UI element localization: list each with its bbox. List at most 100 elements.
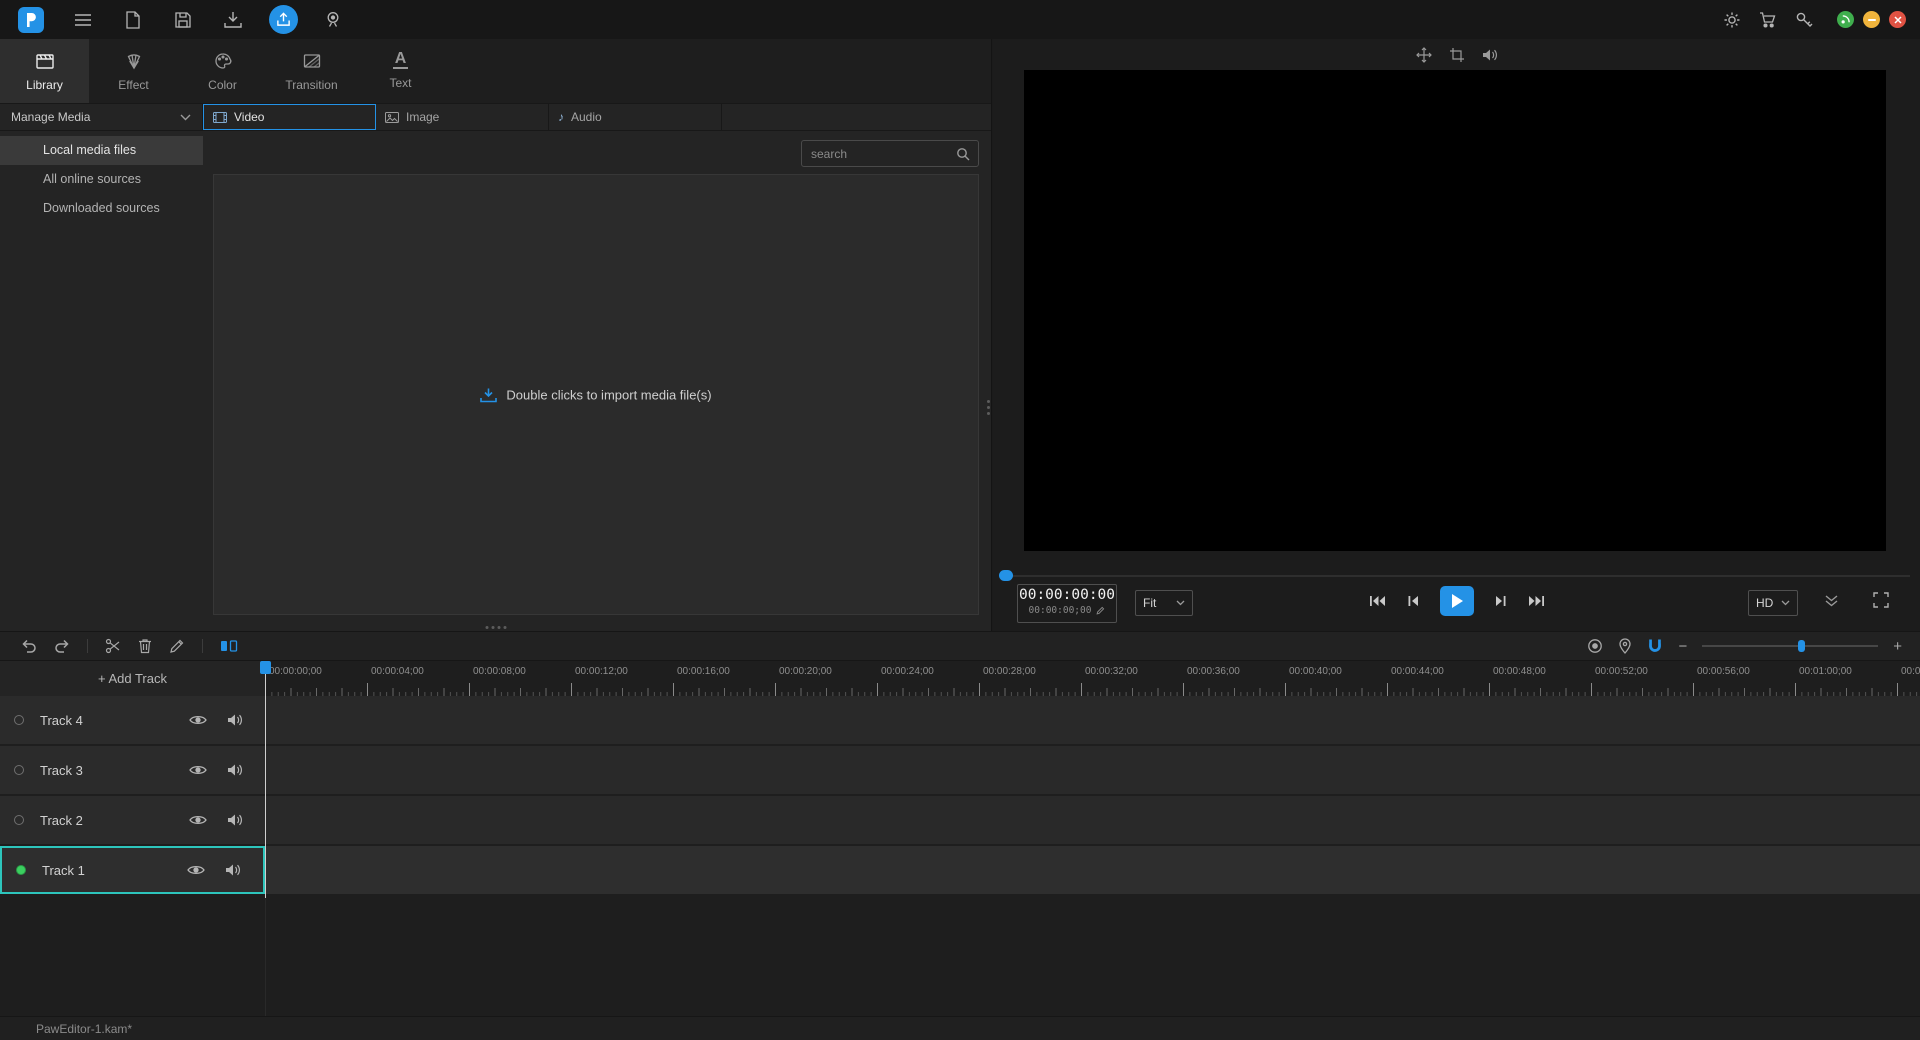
fit-dropdown[interactable]: Fit (1135, 590, 1193, 616)
redo-button[interactable] (54, 638, 70, 654)
zoom-out-button[interactable]: − (1678, 639, 1687, 654)
track-state-indicator[interactable] (14, 765, 24, 775)
add-track-button[interactable]: + Add Track (0, 661, 265, 696)
tab-color[interactable]: Color (178, 39, 267, 103)
track-header[interactable]: Track 3 (0, 746, 265, 794)
track-name: Track 2 (40, 813, 83, 828)
undo-button[interactable] (21, 638, 37, 654)
new-project-button[interactable] (108, 0, 158, 39)
seek-handle[interactable] (999, 570, 1013, 581)
crop-tool-icon[interactable] (1449, 47, 1465, 63)
audio-tool-icon[interactable] (1482, 48, 1498, 62)
panel-resize-handle-horizontal[interactable] (485, 626, 506, 629)
track-lane[interactable] (265, 796, 1920, 844)
fit-value: Fit (1143, 596, 1156, 610)
jump-end-button[interactable] (1528, 595, 1545, 607)
track-mute-toggle[interactable] (227, 763, 243, 777)
activate-button[interactable] (1795, 11, 1813, 29)
track-header[interactable]: Track 2 (0, 796, 265, 844)
previous-frame-button[interactable] (1407, 595, 1419, 607)
track-mute-toggle[interactable] (225, 863, 241, 877)
ruler-timecode-label: 00:00:00;00 (269, 666, 322, 677)
support-button[interactable] (1837, 11, 1854, 28)
timeline-zoom-slider[interactable] (1702, 645, 1878, 647)
menu-button[interactable] (58, 0, 108, 39)
track-lane[interactable] (265, 746, 1920, 794)
track-lane[interactable] (265, 696, 1920, 744)
track-state-indicator[interactable] (14, 815, 24, 825)
track-state-indicator[interactable] (14, 715, 24, 725)
panel-resize-handle-vertical[interactable] (987, 400, 990, 415)
source-local-media-files[interactable]: Local media files (0, 136, 203, 165)
source-all-online-sources[interactable]: All online sources (0, 165, 203, 194)
download-icon (480, 387, 497, 402)
track-name: Track 3 (40, 763, 83, 778)
jump-start-button[interactable] (1369, 595, 1386, 607)
split-track-button[interactable] (220, 639, 238, 653)
track-lane[interactable] (265, 846, 1920, 894)
track-mute-toggle[interactable] (227, 713, 243, 727)
media-tab-image[interactable]: Image (376, 104, 549, 130)
media-import-dropzone[interactable]: Double clicks to import media file(s) (213, 174, 979, 615)
track-visibility-toggle[interactable] (187, 864, 205, 876)
search-input[interactable] (802, 147, 956, 161)
edit-button[interactable] (169, 638, 185, 654)
clapperboard-icon (35, 51, 55, 71)
fan-effect-icon (124, 51, 144, 71)
media-tab-video[interactable]: Video (203, 104, 376, 130)
import-media-button[interactable] (208, 0, 258, 39)
track-visibility-toggle[interactable] (189, 814, 207, 826)
export-button[interactable] (258, 0, 308, 39)
manage-media-dropdown[interactable]: Manage Media (0, 104, 203, 130)
play-button[interactable] (1440, 586, 1474, 616)
store-button[interactable] (1759, 12, 1777, 28)
transition-icon (302, 51, 322, 71)
fullscreen-button[interactable] (1873, 592, 1889, 608)
timeline-toolbar: − + (0, 631, 1920, 661)
settings-button[interactable] (1723, 11, 1741, 29)
zoom-in-button[interactable]: + (1893, 639, 1902, 654)
timecode-display: 00:00:00:00 00:00:00;00 (1017, 584, 1117, 623)
edit-timecode-icon[interactable] (1096, 606, 1105, 615)
seek-bar[interactable] (1001, 575, 1910, 577)
timeline-ruler[interactable]: 00:00:00;0000:00:04;0000:00:08;0000:00:1… (265, 661, 1920, 696)
next-frame-button[interactable] (1495, 595, 1507, 607)
track-state-indicator[interactable] (16, 865, 26, 875)
ruler-timecode-label: 00:00:32;00 (1085, 666, 1138, 677)
media-tab-audio[interactable]: ♪ Audio (549, 104, 722, 130)
ruler-timecode-label: 00:00:08;00 (473, 666, 526, 677)
track-header[interactable]: Track 1 (0, 846, 265, 894)
zoom-slider-handle[interactable] (1798, 640, 1805, 652)
move-tool-icon[interactable] (1416, 47, 1432, 63)
tab-effect[interactable]: Effect (89, 39, 178, 103)
track-visibility-toggle[interactable] (189, 764, 207, 776)
save-project-button[interactable] (158, 0, 208, 39)
track-visibility-toggle[interactable] (189, 714, 207, 726)
search-box[interactable] (801, 140, 979, 167)
quality-dropdown[interactable]: HD (1748, 590, 1798, 616)
collapse-preview-button[interactable] (1824, 595, 1839, 607)
tab-library[interactable]: Library (0, 39, 89, 103)
marker-button[interactable] (1618, 638, 1632, 654)
ruler-timecode-label: 00:00:56;00 (1697, 666, 1750, 677)
track-mute-toggle[interactable] (227, 813, 243, 827)
tab-text[interactable]: A Text (356, 39, 445, 103)
video-preview-canvas[interactable] (1024, 70, 1886, 551)
delete-button[interactable] (138, 638, 152, 654)
snap-magnet-button[interactable] (1647, 638, 1663, 654)
tab-transition[interactable]: Transition (267, 39, 356, 103)
search-icon[interactable] (956, 147, 970, 161)
source-downloaded-sources[interactable]: Downloaded sources (0, 194, 203, 223)
play-icon (1451, 594, 1463, 608)
track-row: Track 2 (0, 796, 1920, 844)
snapshot-button[interactable] (1587, 638, 1603, 654)
playhead[interactable] (265, 661, 266, 898)
cut-button[interactable] (105, 638, 121, 654)
chevron-down-icon (1781, 600, 1790, 606)
record-device-button[interactable] (308, 0, 358, 39)
minimize-button[interactable] (1863, 11, 1880, 28)
track-list: Track 4 Track 3 Track 2 (0, 696, 1920, 896)
ruler-timecode-label: 00:00:24;00 (881, 666, 934, 677)
track-header[interactable]: Track 4 (0, 696, 265, 744)
close-button[interactable] (1889, 11, 1906, 28)
